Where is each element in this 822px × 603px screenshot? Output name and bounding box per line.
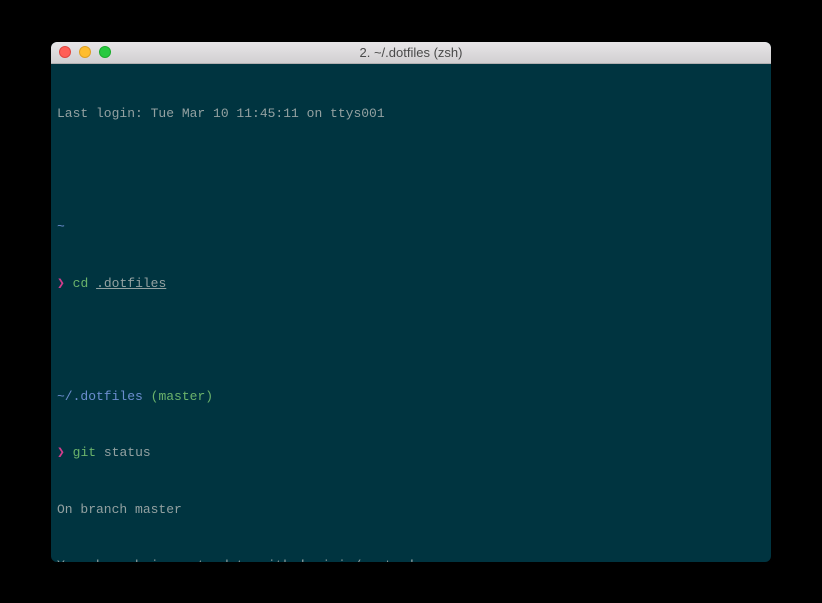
- command-arg: status: [104, 445, 151, 460]
- command-line: ❯ cd .dotfiles: [57, 275, 765, 294]
- window-title: 2. ~/.dotfiles (zsh): [51, 45, 771, 60]
- last-login-line: Last login: Tue Mar 10 11:45:11 on ttys0…: [57, 105, 765, 124]
- command-arg: .dotfiles: [96, 276, 166, 291]
- blank-line: [57, 331, 765, 350]
- blank-line: [57, 162, 765, 181]
- prompt-line: ~/.dotfiles (master): [57, 388, 765, 407]
- cwd: ~/.dotfiles: [57, 389, 143, 404]
- prompt-line: ~: [57, 218, 765, 237]
- git-branch: (master): [151, 389, 213, 404]
- minimize-icon[interactable]: [79, 46, 91, 58]
- command-line: ❯ git status: [57, 444, 765, 463]
- prompt-symbol: ❯: [57, 276, 65, 291]
- output-line: On branch master: [57, 501, 765, 520]
- close-icon[interactable]: [59, 46, 71, 58]
- command: cd: [73, 276, 89, 291]
- cwd: ~: [57, 219, 65, 234]
- terminal-body[interactable]: Last login: Tue Mar 10 11:45:11 on ttys0…: [51, 64, 771, 562]
- traffic-lights: [59, 46, 111, 58]
- prompt-symbol: ❯: [57, 445, 65, 460]
- zoom-icon[interactable]: [99, 46, 111, 58]
- command: git: [73, 445, 96, 460]
- output-line: Your branch is up-to-date with 'origin/m…: [57, 557, 765, 561]
- terminal-window: 2. ~/.dotfiles (zsh) Last login: Tue Mar…: [51, 42, 771, 562]
- titlebar[interactable]: 2. ~/.dotfiles (zsh): [51, 42, 771, 64]
